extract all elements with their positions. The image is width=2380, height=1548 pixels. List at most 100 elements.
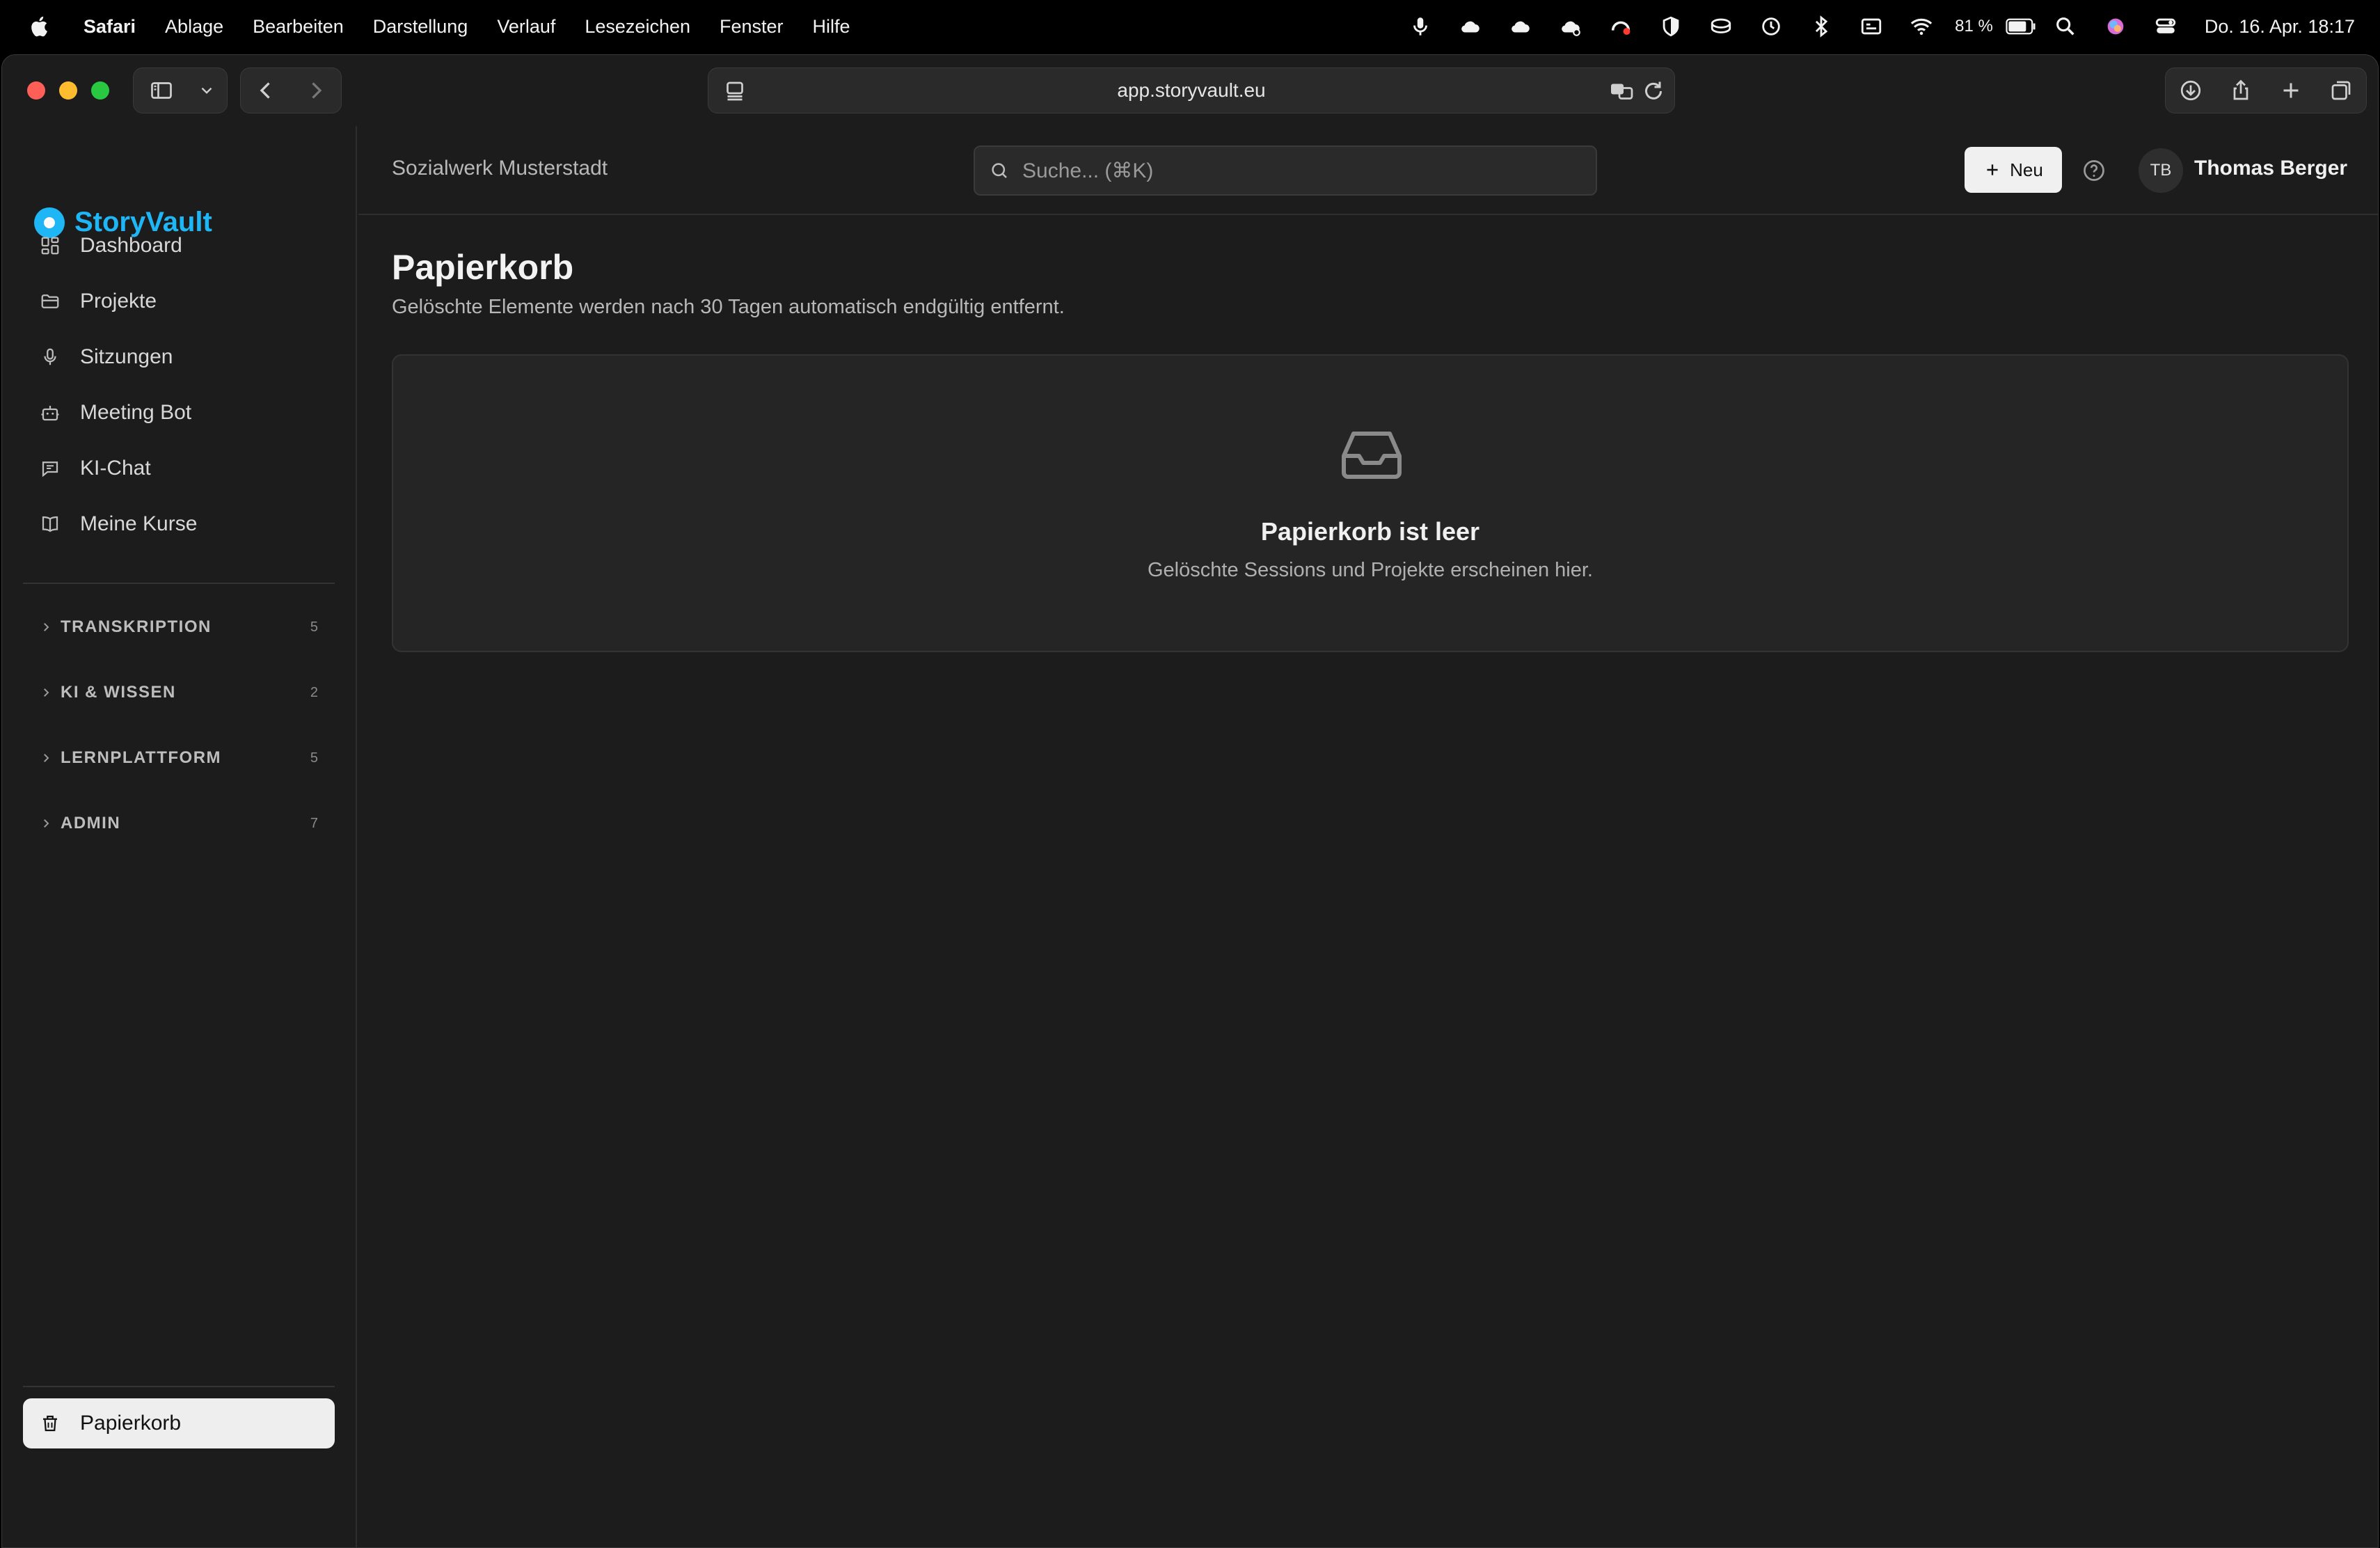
user-name[interactable]: Thomas Berger — [2194, 157, 2347, 180]
empty-state-card: Papierkorb ist leer Gelöschte Sessions u… — [392, 354, 2349, 652]
forward-button[interactable] — [291, 68, 341, 113]
close-window-button[interactable] — [27, 81, 45, 100]
shield-icon[interactable] — [1646, 0, 1696, 53]
menu-safari[interactable]: Safari — [84, 16, 136, 38]
chevron-right-icon — [44, 754, 49, 762]
chevron-right-icon — [312, 82, 322, 99]
sidebar-toggle-button[interactable] — [134, 68, 189, 113]
help-icon[interactable] — [2081, 158, 2107, 183]
sidebar-item-ki-chat[interactable]: KI-Chat — [23, 446, 335, 491]
sidebar-group-admin[interactable]: ADMIN 7 — [40, 808, 318, 839]
sidebar-item-label: Meine Kurse — [80, 512, 198, 535]
group-label: KI & WISSEN — [61, 683, 176, 702]
time-machine-icon[interactable] — [1746, 0, 1796, 53]
group-count: 5 — [310, 750, 318, 766]
cloud-icon[interactable] — [1445, 0, 1496, 53]
sidebar-item-sitzungen[interactable]: Sitzungen — [23, 335, 335, 379]
group-count: 7 — [310, 815, 318, 831]
share-button[interactable] — [2216, 68, 2266, 113]
translate-icon[interactable] — [1609, 79, 1634, 104]
browser-toolbar: app.storyvault.eu — [2, 55, 2378, 126]
search-placeholder: Suche... (⌘K) — [1022, 159, 1154, 182]
drive-icon[interactable] — [1696, 0, 1746, 53]
battery-icon[interactable] — [2001, 0, 2040, 53]
apple-icon[interactable] — [28, 14, 49, 39]
plus-icon — [1987, 164, 1998, 175]
sidebar-item-label: Dashboard — [80, 234, 182, 257]
inbox-icon — [1342, 432, 1402, 479]
siri-icon[interactable] — [2091, 0, 2141, 53]
menu-fenster[interactable]: Fenster — [720, 16, 784, 38]
spotlight-icon[interactable] — [2040, 0, 2091, 53]
microphone-icon[interactable] — [1395, 0, 1445, 53]
page-title: Papierkorb — [392, 248, 574, 287]
chevron-right-icon — [44, 623, 49, 631]
address-bar[interactable]: app.storyvault.eu — [708, 68, 1675, 113]
book-icon — [42, 516, 58, 532]
app-header: Sozialwerk Musterstadt Suche... (⌘K) Neu… — [358, 126, 2378, 215]
tab-group-menu-button[interactable] — [189, 68, 224, 113]
sidebar-group-lernplattform[interactable]: LERNPLATTFORM 5 — [40, 743, 318, 773]
battery-percent: 81 % — [1955, 17, 1993, 35]
cloud-status-icon[interactable] — [1546, 0, 1596, 53]
page-settings-icon[interactable] — [722, 79, 747, 104]
share-icon — [2233, 79, 2248, 100]
sidebar-group-transkription[interactable]: TRANSKRIPTION 5 — [40, 612, 318, 642]
download-icon — [2180, 80, 2201, 101]
menu-verlauf[interactable]: Verlauf — [497, 16, 555, 38]
plus-icon — [2283, 83, 2299, 98]
sidebar-divider — [23, 583, 335, 584]
sidebar-item-label: Meeting Bot — [80, 401, 192, 424]
control-center-icon[interactable] — [2141, 0, 2191, 53]
group-label: TRANSKRIPTION — [61, 617, 212, 636]
sidebar-item-meeting-bot[interactable]: Meeting Bot — [23, 390, 335, 435]
menu-ablage[interactable]: Ablage — [165, 16, 223, 38]
sidebar-group-ki-wissen[interactable]: KI & WISSEN 2 — [40, 677, 318, 708]
group-count: 5 — [310, 619, 318, 635]
sidebar-item-projekte[interactable]: Projekte — [23, 279, 335, 324]
sidebar-item-meine-kurse[interactable]: Meine Kurse — [23, 502, 335, 546]
wifi-icon[interactable] — [1896, 0, 1946, 53]
menu-bearbeiten[interactable]: Bearbeiten — [253, 16, 344, 38]
history-nav-group — [240, 68, 342, 113]
menu-clock[interactable]: Do. 16. Apr. 18:17 — [2205, 16, 2355, 38]
sidebar-item-label: Projekte — [80, 290, 157, 313]
sidebar-item-label: Papierkorb — [80, 1412, 182, 1435]
tab-overview-button[interactable] — [2316, 68, 2366, 113]
chevron-right-icon — [44, 688, 49, 697]
cloud-sync-icon[interactable] — [1496, 0, 1546, 53]
reload-icon[interactable] — [1641, 79, 1666, 104]
tab-overview-icon — [2331, 81, 2351, 100]
sidebar-item-label: KI-Chat — [80, 457, 151, 480]
dashboard-icon — [41, 237, 59, 255]
avatar[interactable]: TB — [2139, 148, 2183, 193]
search-input[interactable]: Suche... (⌘K) — [974, 145, 1597, 196]
chevron-right-icon — [44, 819, 49, 828]
menu-bar: Safari Ablage Bearbeiten Darstellung Ver… — [0, 0, 2380, 53]
toolbar-actions-group — [2165, 68, 2367, 113]
search-icon — [992, 163, 1007, 178]
microphone-icon — [44, 348, 56, 365]
sidebar-icon — [151, 82, 172, 99]
new-button[interactable]: Neu — [1965, 147, 2062, 193]
menu-hilfe[interactable]: Hilfe — [813, 16, 850, 38]
minimize-window-button[interactable] — [59, 81, 77, 100]
back-button[interactable] — [241, 68, 291, 113]
menu-darstellung[interactable]: Darstellung — [373, 16, 468, 38]
record-status-icon[interactable] — [1596, 0, 1646, 53]
sidebar-item-papierkorb[interactable]: Papierkorb — [23, 1398, 335, 1448]
browser-window: app.storyvault.eu StoryVault Dashboard P… — [1, 54, 2379, 1548]
input-source-icon[interactable] — [1846, 0, 1896, 53]
chat-icon — [42, 461, 58, 477]
zoom-window-button[interactable] — [91, 81, 109, 100]
new-tab-button[interactable] — [2266, 68, 2316, 113]
organization-name[interactable]: Sozialwerk Musterstadt — [392, 157, 608, 180]
bluetooth-icon[interactable] — [1796, 0, 1846, 53]
trash-icon — [43, 1415, 57, 1432]
downloads-button[interactable] — [2166, 68, 2216, 113]
status-area: 81 % Do. 16. Apr. 18:17 — [1395, 0, 2355, 53]
empty-state-text: Gelöschte Sessions und Projekte erschein… — [1148, 559, 1593, 581]
sidebar-item-dashboard[interactable]: Dashboard — [23, 223, 335, 268]
menu-lesezeichen[interactable]: Lesezeichen — [585, 16, 690, 38]
folder-icon — [41, 294, 59, 308]
